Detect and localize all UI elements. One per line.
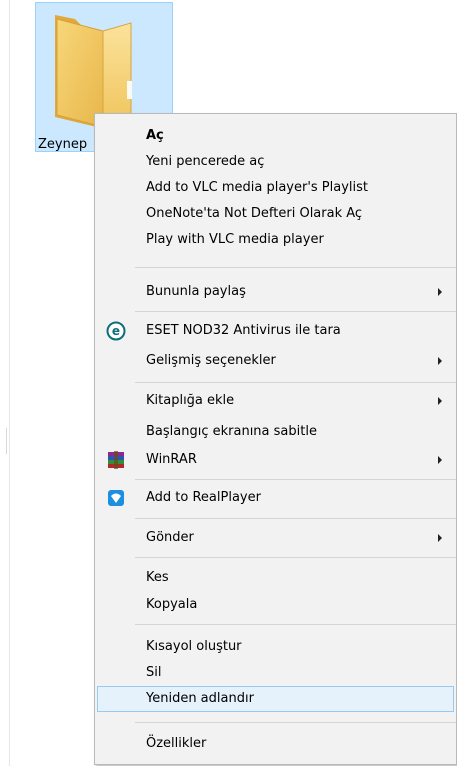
menu-item-eset-scan[interactable]: e ESET NOD32 Antivirus ile tara	[97, 318, 454, 344]
menu-item-delete[interactable]: Sil	[97, 660, 454, 686]
menu-item-rename[interactable]: Yeniden adlandır	[97, 686, 454, 712]
menu-item-open-new-window[interactable]: Yeni pencerede aç	[97, 149, 454, 175]
chevron-right-icon	[438, 534, 442, 542]
menu-item-label: Özellikler	[146, 736, 207, 751]
menu-item-add-to-library[interactable]: Kitaplığa ekle	[97, 388, 454, 414]
menu-separator	[135, 722, 456, 723]
menu-separator	[135, 479, 456, 480]
menu-item-label: OneNote'ta Not Defteri Olarak Aç	[146, 206, 363, 221]
menu-item-label: Gelişmiş seçenekler	[146, 353, 276, 368]
context-menu: Aç Yeni pencerede aç Add to VLC media pl…	[94, 113, 457, 765]
menu-separator	[135, 518, 456, 519]
menu-item-label: Kısayol oluştur	[146, 639, 242, 654]
menu-separator	[135, 311, 456, 312]
menu-item-label: WinRAR	[146, 452, 197, 467]
menu-item-share-with[interactable]: Bununla paylaş	[97, 279, 454, 305]
eset-icon: e	[106, 321, 126, 341]
menu-item-send-to[interactable]: Gönder	[97, 525, 454, 551]
menu-item-advanced-options[interactable]: Gelişmiş seçenekler	[97, 348, 454, 374]
menu-item-label: ESET NOD32 Antivirus ile tara	[146, 323, 341, 338]
chevron-right-icon	[438, 357, 442, 365]
folder-name-label: Zeynep	[38, 137, 88, 152]
menu-item-label: Yeni pencerede aç	[146, 154, 265, 169]
menu-item-label: Play with VLC media player	[146, 232, 324, 247]
menu-item-label: Kopyala	[146, 597, 198, 612]
menu-item-label: Sil	[146, 665, 162, 680]
menu-separator	[135, 382, 456, 383]
winrar-icon	[108, 451, 124, 469]
menu-item-copy[interactable]: Kopyala	[97, 592, 454, 618]
menu-item-open[interactable]: Aç	[97, 123, 454, 149]
menu-item-label: Add to VLC media player's Playlist	[146, 180, 369, 195]
menu-item-winrar[interactable]: WinRAR	[97, 447, 454, 473]
menu-item-label: Gönder	[146, 530, 194, 545]
menu-item-label: Yeniden adlandır	[146, 691, 254, 706]
menu-item-label: Add to RealPlayer	[146, 490, 261, 505]
menu-separator	[135, 557, 456, 558]
chevron-right-icon	[438, 456, 442, 464]
menu-separator	[135, 624, 456, 625]
menu-item-onenote[interactable]: OneNote'ta Not Defteri Olarak Aç	[97, 201, 454, 227]
menu-item-pin-to-start[interactable]: Başlangıç ekranına sabitle	[97, 419, 454, 445]
menu-item-create-shortcut[interactable]: Kısayol oluştur	[97, 634, 454, 660]
chevron-right-icon	[438, 397, 442, 405]
pane-scroll-marker	[0, 428, 7, 454]
menu-item-label: Başlangıç ekranına sabitle	[146, 424, 317, 439]
chevron-right-icon	[438, 288, 442, 296]
svg-text:e: e	[112, 324, 120, 338]
menu-item-label: Kes	[146, 570, 169, 585]
menu-item-label: Bununla paylaş	[146, 284, 246, 299]
explorer-left-pane-edge	[0, 0, 10, 766]
menu-item-label: Aç	[146, 128, 164, 143]
menu-item-cut[interactable]: Kes	[97, 565, 454, 591]
menu-separator	[135, 267, 456, 268]
menu-item-add-to-realplayer[interactable]: Add to RealPlayer	[97, 485, 454, 511]
menu-item-label: Kitaplığa ekle	[146, 393, 235, 408]
menu-item-add-vlc-playlist[interactable]: Add to VLC media player's Playlist	[97, 175, 454, 201]
realplayer-icon	[108, 490, 124, 506]
menu-item-play-vlc[interactable]: Play with VLC media player	[97, 227, 454, 253]
menu-item-properties[interactable]: Özellikler	[97, 731, 454, 757]
